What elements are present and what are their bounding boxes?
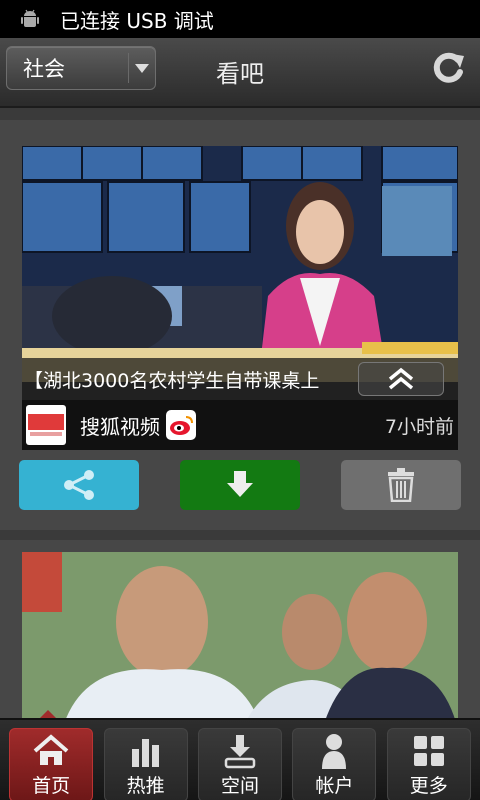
video-thumbnail[interactable] bbox=[22, 146, 458, 382]
weibo-icon[interactable] bbox=[166, 410, 196, 440]
nav-space[interactable]: 空间 bbox=[197, 728, 282, 800]
video-card bbox=[0, 540, 480, 730]
nav-home[interactable]: 首页 bbox=[9, 728, 94, 800]
active-tab-marker bbox=[40, 710, 56, 718]
download-tray-icon bbox=[224, 735, 256, 769]
nav-label: 空间 bbox=[220, 775, 259, 797]
nav-label: 首页 bbox=[32, 775, 71, 797]
video-thumbnail[interactable] bbox=[22, 552, 458, 730]
top-bar: 社会 看吧 bbox=[0, 38, 480, 108]
nav-more[interactable]: 更多 bbox=[386, 728, 471, 800]
source-bar: 搜狐视频 7小时前 bbox=[22, 400, 458, 450]
android-debug-icon bbox=[21, 9, 39, 27]
page-title: 看吧 bbox=[216, 60, 264, 88]
refresh-icon[interactable] bbox=[428, 48, 468, 88]
video-caption: 【湖北3000名农村学生自带课桌上 bbox=[24, 369, 320, 392]
nav-hot[interactable]: 热推 bbox=[103, 728, 188, 800]
grid-icon bbox=[413, 736, 444, 766]
source-name: 搜狐视频 bbox=[80, 414, 160, 439]
share-icon bbox=[64, 470, 94, 500]
download-icon bbox=[227, 471, 253, 497]
status-text: 已连接 USB 调试 bbox=[60, 8, 214, 33]
video-caption-bar: 【湖北3000名农村学生自带课桌上 bbox=[22, 358, 458, 400]
timestamp: 7小时前 bbox=[384, 415, 454, 438]
home-icon bbox=[33, 734, 69, 765]
collapse-button[interactable] bbox=[358, 362, 444, 396]
action-row bbox=[0, 460, 480, 510]
download-button[interactable] bbox=[180, 460, 300, 510]
bar-chart-icon bbox=[131, 739, 159, 767]
chevron-up-icon bbox=[388, 367, 414, 390]
status-bar: 已连接 USB 调试 bbox=[0, 0, 480, 38]
share-button[interactable] bbox=[19, 460, 139, 510]
bottom-nav: 首页 热推 空间 帐户 更多 bbox=[0, 718, 480, 800]
user-icon bbox=[322, 734, 347, 769]
nav-account[interactable]: 帐户 bbox=[292, 728, 377, 800]
video-card: 【湖北3000名农村学生自带课桌上 搜狐视频 7小时前 bbox=[0, 120, 480, 530]
sohu-video-logo bbox=[26, 405, 66, 445]
delete-button[interactable] bbox=[341, 460, 461, 510]
nav-label: 帐户 bbox=[315, 775, 354, 797]
nav-label: 更多 bbox=[409, 775, 448, 797]
nav-label: 热推 bbox=[126, 775, 165, 797]
trash-icon bbox=[388, 468, 414, 502]
